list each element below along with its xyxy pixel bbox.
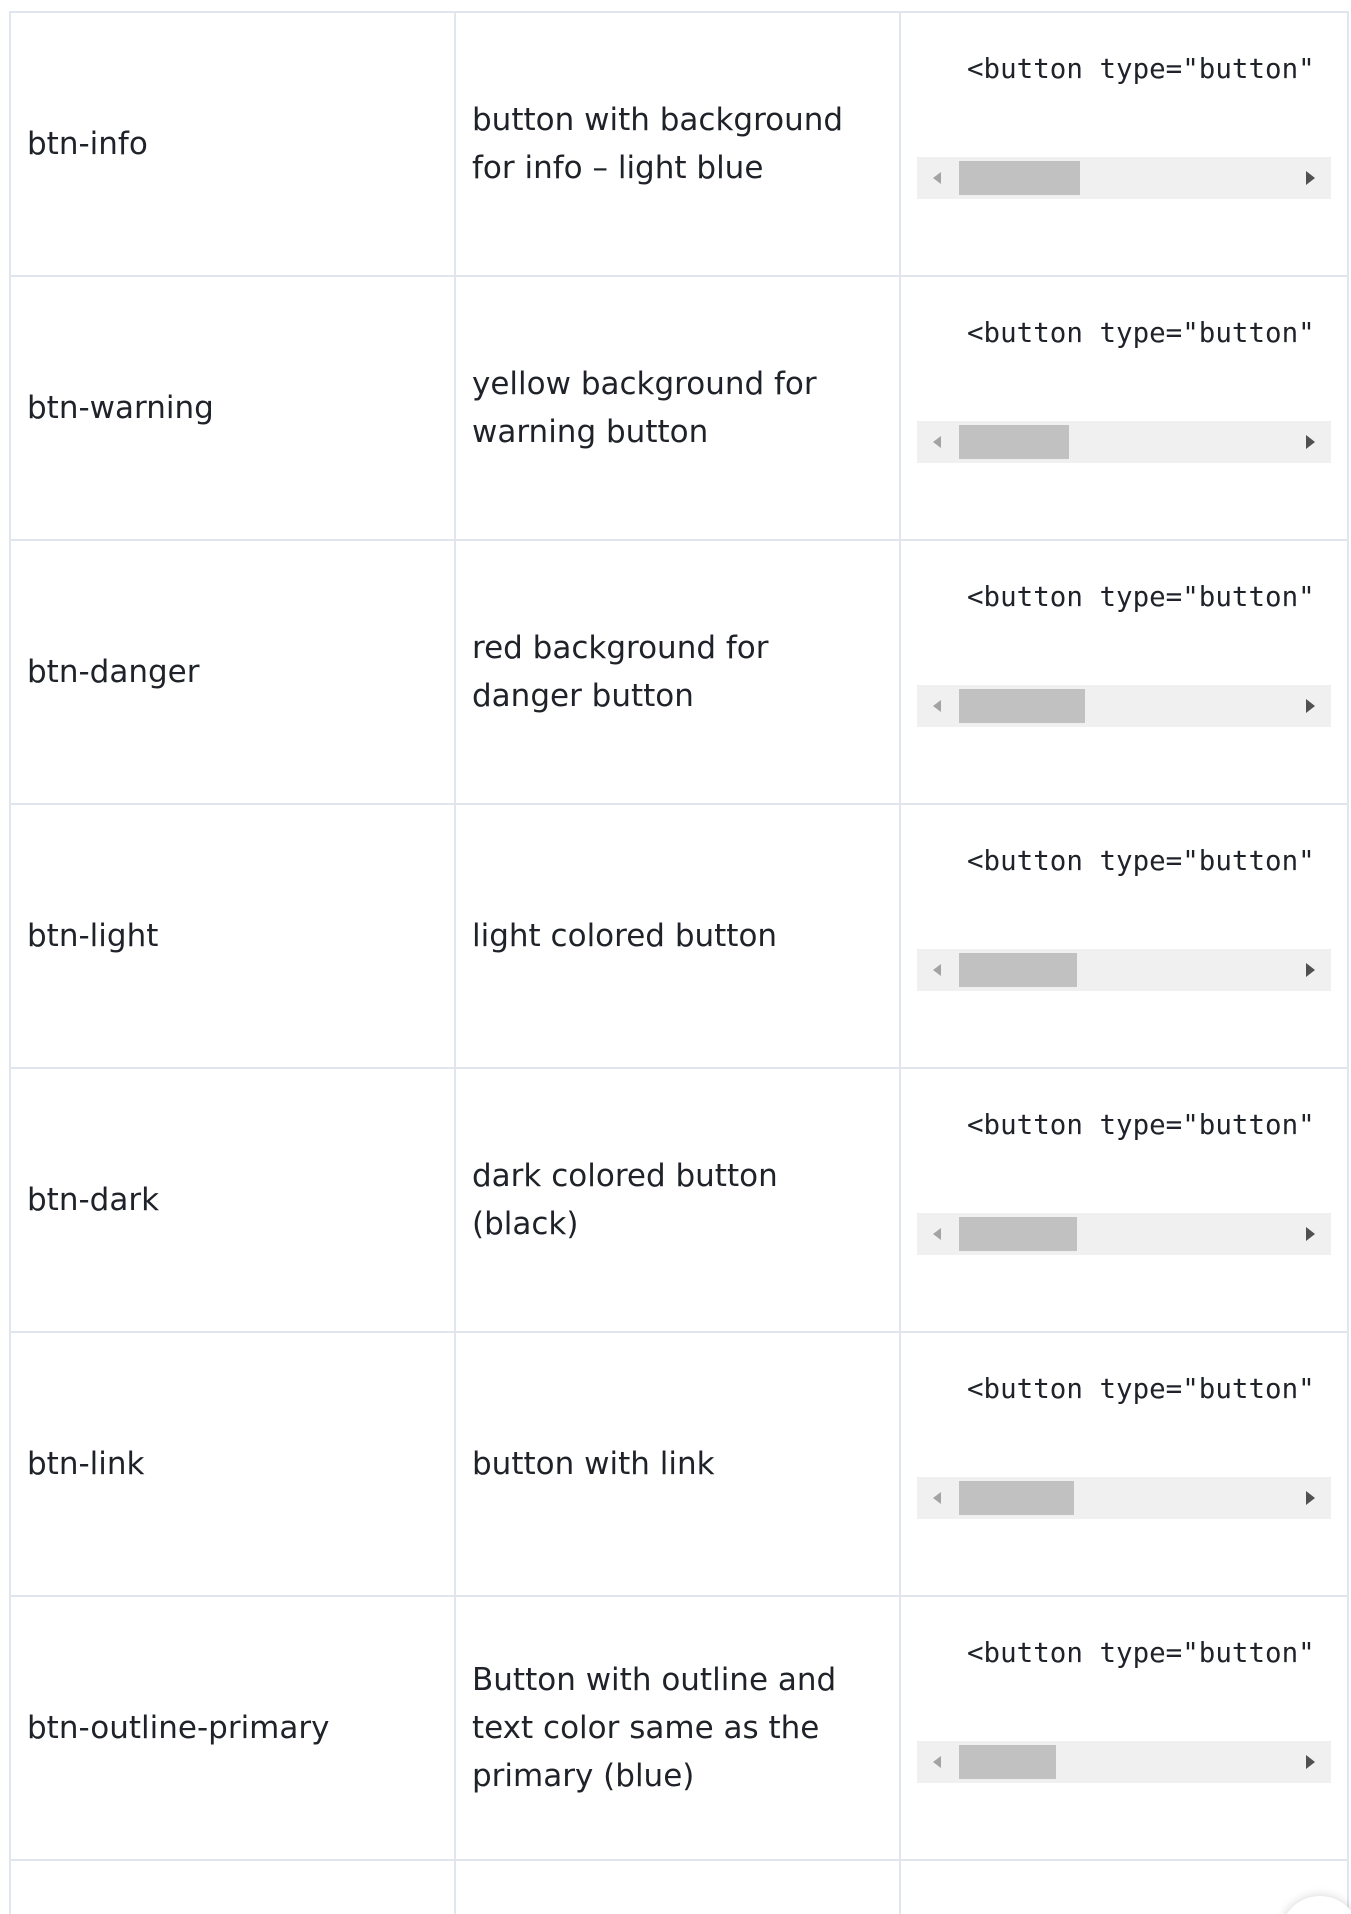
code-snippet: <button type="button" <box>967 53 1315 85</box>
code-block: <button type="button" <box>917 1105 1331 1295</box>
class-name-cell: btn-danger <box>9 539 456 805</box>
class-name-cell: btn-warning <box>9 275 456 541</box>
horizontal-scrollbar[interactable] <box>917 157 1331 199</box>
scrollbar-thumb[interactable] <box>959 161 1080 195</box>
table-row: btn-outline-primary Button with outline … <box>9 1595 1349 1861</box>
description-cell: Button with outline and text color same … <box>454 1595 901 1861</box>
description-cell: red background for danger button <box>454 539 901 805</box>
table-row <box>9 1859 1349 1914</box>
code-block: <button type="button" <box>917 49 1331 239</box>
button-classes-table: btn-info button with background for info… <box>9 11 1349 1914</box>
class-name-cell: btn-link <box>9 1331 456 1597</box>
description-cell: dark colored button (black) <box>454 1067 901 1333</box>
scroll-left-arrow-icon[interactable] <box>933 436 941 448</box>
code-snippet: <button type="button" <box>967 1637 1315 1669</box>
code-cell <box>899 1859 1349 1914</box>
code-block: <button type="button" <box>917 1633 1331 1823</box>
scroll-left-arrow-icon[interactable] <box>933 1756 941 1768</box>
scroll-right-arrow-icon[interactable] <box>1306 963 1315 977</box>
scroll-right-arrow-icon[interactable] <box>1306 1491 1315 1505</box>
code-block: <button type="button" <box>917 841 1331 1031</box>
code-cell: <button type="button" <box>899 1331 1349 1597</box>
code-snippet: <button type="button" <box>967 845 1315 877</box>
horizontal-scrollbar[interactable] <box>917 1213 1331 1255</box>
description-cell: button with background for info – light … <box>454 11 901 277</box>
scroll-right-arrow-icon[interactable] <box>1306 699 1315 713</box>
code-snippet: <button type="button" <box>967 581 1315 613</box>
code-cell: <button type="button" <box>899 539 1349 805</box>
horizontal-scrollbar[interactable] <box>917 1477 1331 1519</box>
scrollbar-thumb[interactable] <box>959 1481 1074 1515</box>
table-row: btn-danger red background for danger but… <box>9 539 1349 805</box>
horizontal-scrollbar[interactable] <box>917 421 1331 463</box>
description-cell: light colored button <box>454 803 901 1069</box>
table-row: btn-dark dark colored button (black) <bu… <box>9 1067 1349 1333</box>
scroll-right-arrow-icon[interactable] <box>1306 171 1315 185</box>
scroll-left-arrow-icon[interactable] <box>933 172 941 184</box>
code-block: <button type="button" <box>917 313 1331 503</box>
scroll-left-arrow-icon[interactable] <box>933 1492 941 1504</box>
code-snippet: <button type="button" <box>967 1109 1315 1141</box>
code-cell: <button type="button" <box>899 1595 1349 1861</box>
class-name-cell <box>9 1859 456 1914</box>
horizontal-scrollbar[interactable] <box>917 949 1331 991</box>
scroll-right-arrow-icon[interactable] <box>1306 1227 1315 1241</box>
code-cell: <button type="button" <box>899 11 1349 277</box>
table-row: btn-warning yellow background for warnin… <box>9 275 1349 541</box>
scroll-left-arrow-icon[interactable] <box>933 700 941 712</box>
horizontal-scrollbar[interactable] <box>917 685 1331 727</box>
scroll-right-arrow-icon[interactable] <box>1306 435 1315 449</box>
table-row: btn-light light colored button <button t… <box>9 803 1349 1069</box>
class-name-cell: btn-outline-primary <box>9 1595 456 1861</box>
scroll-left-arrow-icon[interactable] <box>933 964 941 976</box>
horizontal-scrollbar[interactable] <box>917 1741 1331 1783</box>
code-block: <button type="button" <box>917 577 1331 767</box>
code-cell: <button type="button" <box>899 803 1349 1069</box>
table-row: btn-info button with background for info… <box>9 11 1349 277</box>
class-name-cell: btn-light <box>9 803 456 1069</box>
code-block: <button type="button" <box>917 1369 1331 1559</box>
code-cell: <button type="button" <box>899 275 1349 541</box>
description-cell: button with link <box>454 1331 901 1597</box>
code-cell: <button type="button" <box>899 1067 1349 1333</box>
code-snippet: <button type="button" <box>967 317 1315 349</box>
scrollbar-thumb[interactable] <box>959 953 1077 987</box>
scrollbar-thumb[interactable] <box>959 425 1069 459</box>
description-cell <box>454 1859 901 1914</box>
class-name-cell: btn-dark <box>9 1067 456 1333</box>
class-name-cell: btn-info <box>9 11 456 277</box>
table-row: btn-link button with link <button type="… <box>9 1331 1349 1597</box>
scroll-right-arrow-icon[interactable] <box>1306 1755 1315 1769</box>
scrollbar-thumb[interactable] <box>959 689 1085 723</box>
scrollbar-thumb[interactable] <box>959 1217 1077 1251</box>
code-snippet: <button type="button" <box>967 1373 1315 1405</box>
description-cell: yellow background for warning button <box>454 275 901 541</box>
scroll-left-arrow-icon[interactable] <box>933 1228 941 1240</box>
scrollbar-thumb[interactable] <box>959 1745 1056 1779</box>
